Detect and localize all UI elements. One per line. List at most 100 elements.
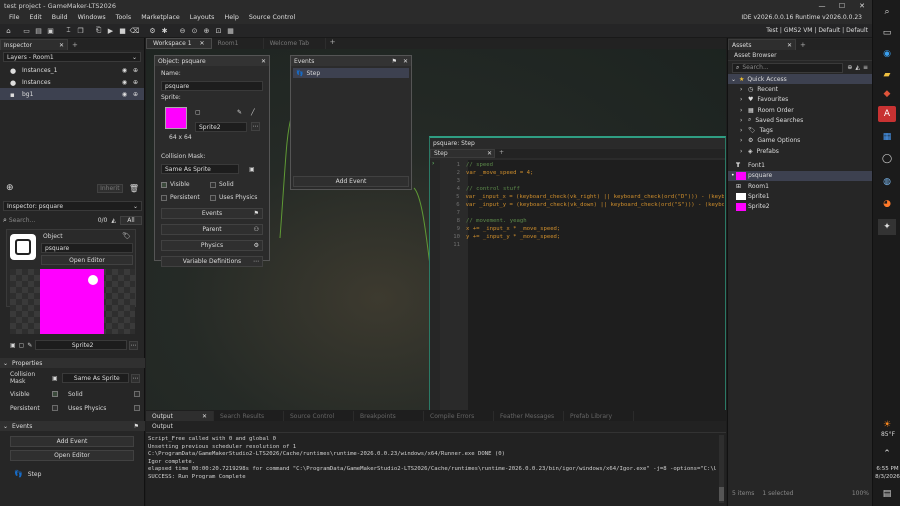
code-line[interactable]: 3 — [440, 177, 724, 185]
copy-icon[interactable]: ❐ — [75, 26, 86, 36]
sprite-menu-button[interactable]: ⋯ — [251, 122, 260, 131]
code-line[interactable]: 10 y += _input_y * _move_speed; — [440, 233, 724, 241]
search-icon[interactable]: ⌕ — [878, 4, 896, 20]
solid-checkbox[interactable] — [210, 181, 216, 188]
tag-icon[interactable]: 🏷 — [122, 232, 131, 240]
quick-item-prefabs[interactable]: › ◈ Prefabs — [728, 146, 872, 156]
stop-icon[interactable]: ■ — [117, 26, 128, 36]
add-tab-icon[interactable]: + — [800, 41, 806, 49]
code-area[interactable]: › 1 // speed 2 var _move_speed = 4; 3 4 // con… — [430, 160, 725, 410]
maximize-button[interactable]: ☐ — [832, 2, 852, 10]
chevron-up-icon[interactable]: ⌃ — [878, 446, 896, 462]
office-icon[interactable]: ◆ — [878, 86, 896, 102]
layers-dropdown[interactable]: Layers - Room1 ⌄ — [3, 52, 141, 62]
new-project-icon[interactable]: ▭ — [21, 26, 32, 36]
circle-app-icon[interactable]: ◯ — [878, 151, 896, 167]
zoom-level[interactable]: 100% — [852, 490, 869, 497]
add-layer-icon[interactable]: ⊕ — [6, 183, 14, 193]
collision-mask-select[interactable]: Same As Sprite — [61, 373, 129, 383]
open-editor-button-2[interactable]: Open Editor — [10, 450, 134, 461]
code-line[interactable]: 6 var _input_y = (keyboard_check(vk_down)… — [440, 201, 724, 209]
clean-icon[interactable]: ⌫ — [129, 26, 140, 36]
flag-icon[interactable]: ⚑ — [392, 58, 397, 65]
eye-icon[interactable]: ◉ ⊕ — [122, 67, 140, 74]
asset-row[interactable]: ⊞ Room1 — [728, 181, 872, 191]
properties-header[interactable]: ⌄ Properties — [0, 358, 145, 368]
event-step-row[interactable]: 👣 Step — [293, 68, 409, 78]
file-explorer-icon[interactable]: ▰ — [878, 67, 896, 83]
events-button[interactable]: Events ⚑ — [161, 208, 263, 219]
tab-assets[interactable]: Assets ✕ — [728, 39, 796, 50]
eye-icon[interactable]: ◉ ⊕ — [122, 91, 140, 98]
menu-layouts[interactable]: Layouts — [185, 14, 220, 21]
variable-definitions-button[interactable]: Variable Definitions ⋯ — [161, 256, 263, 267]
firefox-icon[interactable]: ◕ — [878, 196, 896, 212]
tab-source-control[interactable]: Source Control — [284, 411, 354, 421]
debug-icon[interactable]: ✱ — [159, 26, 170, 36]
event-step-item[interactable]: 👣 Step — [14, 470, 41, 478]
code-line[interactable]: 11 — [440, 241, 724, 249]
all-dropdown[interactable]: All — [120, 215, 142, 225]
events-header[interactable]: ⌄ Events ⚑ — [0, 421, 145, 431]
open-project-icon[interactable]: ▤ — [33, 26, 44, 36]
object-name-field[interactable]: psquare — [41, 243, 133, 253]
new-sprite-icon[interactable]: ▢ — [19, 342, 25, 349]
asset-row[interactable]: Sprite2 — [728, 202, 872, 212]
filter-icon[interactable]: ◭ — [855, 64, 860, 71]
zoom-out-icon[interactable]: ⊖ — [177, 26, 188, 36]
sprite-thumbnail[interactable] — [165, 107, 187, 129]
asset-row[interactable]: • psquare — [728, 170, 872, 181]
tab-inspector[interactable]: Inspector ✕ — [0, 39, 68, 50]
close-icon[interactable]: ✕ — [403, 58, 408, 65]
code-line[interactable]: 5 var _input_x = (keyboard_check(vk_right… — [440, 193, 724, 201]
steam-icon[interactable]: ◍ — [878, 174, 896, 190]
tab-feather-messages[interactable]: Feather Messages — [494, 411, 564, 421]
code-line[interactable]: 7 — [440, 209, 724, 217]
grid-icon[interactable]: ▦ — [225, 26, 236, 36]
task-view-icon[interactable]: ▭ — [878, 25, 896, 41]
search-input[interactable]: Search... — [9, 217, 98, 224]
output-scrollbar[interactable] — [719, 435, 724, 503]
menu-help[interactable]: Help — [219, 14, 243, 21]
cut-icon[interactable]: ⌶ — [63, 26, 74, 36]
open-editor-button[interactable]: Open Editor — [41, 255, 133, 265]
menu-edit[interactable]: Edit — [25, 14, 47, 21]
sprite-selector[interactable]: Sprite2 — [195, 122, 247, 132]
app-icon[interactable]: A — [878, 106, 896, 122]
edit-image-icon[interactable]: ✎ — [27, 342, 32, 349]
clock-date[interactable]: 8/3/2026 — [875, 474, 900, 480]
quick-access-row[interactable]: ⌄ ★ Quick Access — [728, 74, 872, 85]
sprite-menu-button[interactable]: ⋯ — [129, 340, 138, 350]
menu-icon[interactable]: ≡ — [863, 64, 868, 71]
output-subtab[interactable]: Output — [152, 423, 173, 430]
physics-button[interactable]: Physics ⚙ — [161, 240, 263, 251]
minimize-button[interactable]: — — [812, 2, 832, 10]
code-line[interactable]: 8 // movement. yeagh — [440, 217, 724, 225]
close-icon[interactable]: ✕ — [202, 413, 207, 420]
quick-item-saved-searches[interactable]: › ⌕ Saved Searches — [728, 115, 872, 125]
visible-checkbox[interactable] — [52, 391, 58, 397]
uses-physics-checkbox[interactable] — [210, 194, 216, 201]
layer-row[interactable]: ▪ bg1 ◉ ⊕ — [0, 88, 144, 100]
output-log[interactable]: Script_Free called with 0 and global 0 Un… — [146, 433, 716, 482]
zoom-in-icon[interactable]: ⊕ — [201, 26, 212, 36]
asset-search-input[interactable]: ⌕ Search... — [732, 62, 844, 73]
flag-icon[interactable]: ⚑ — [134, 423, 139, 430]
uses-physics-checkbox[interactable] — [134, 405, 140, 411]
fit-icon[interactable]: ⊡ — [213, 26, 224, 36]
menu-file[interactable]: File — [4, 14, 25, 21]
code-line[interactable]: 9 x += _input_x * _move_speed; — [440, 225, 724, 233]
persistent-checkbox[interactable] — [161, 194, 167, 201]
object-name-input[interactable]: psquare — [161, 81, 263, 91]
build-icon[interactable]: ⎗ — [93, 26, 104, 36]
add-asset-icon[interactable]: ⊕ — [847, 64, 852, 71]
add-event-button[interactable]: Add Event — [10, 436, 134, 447]
target-selector[interactable]: Test | GMS2 VM | Default | Default — [766, 27, 868, 34]
menu-windows[interactable]: Windows — [73, 14, 111, 21]
menu-build[interactable]: Build — [47, 14, 73, 21]
edit-mask-icon[interactable]: ▣ — [52, 375, 58, 382]
settings-icon[interactable]: ⚙ — [147, 26, 158, 36]
inherit-button[interactable]: Inherit — [96, 183, 123, 193]
menu-source-control[interactable]: Source Control — [244, 14, 300, 21]
code-line[interactable]: 1 // speed — [440, 161, 724, 169]
